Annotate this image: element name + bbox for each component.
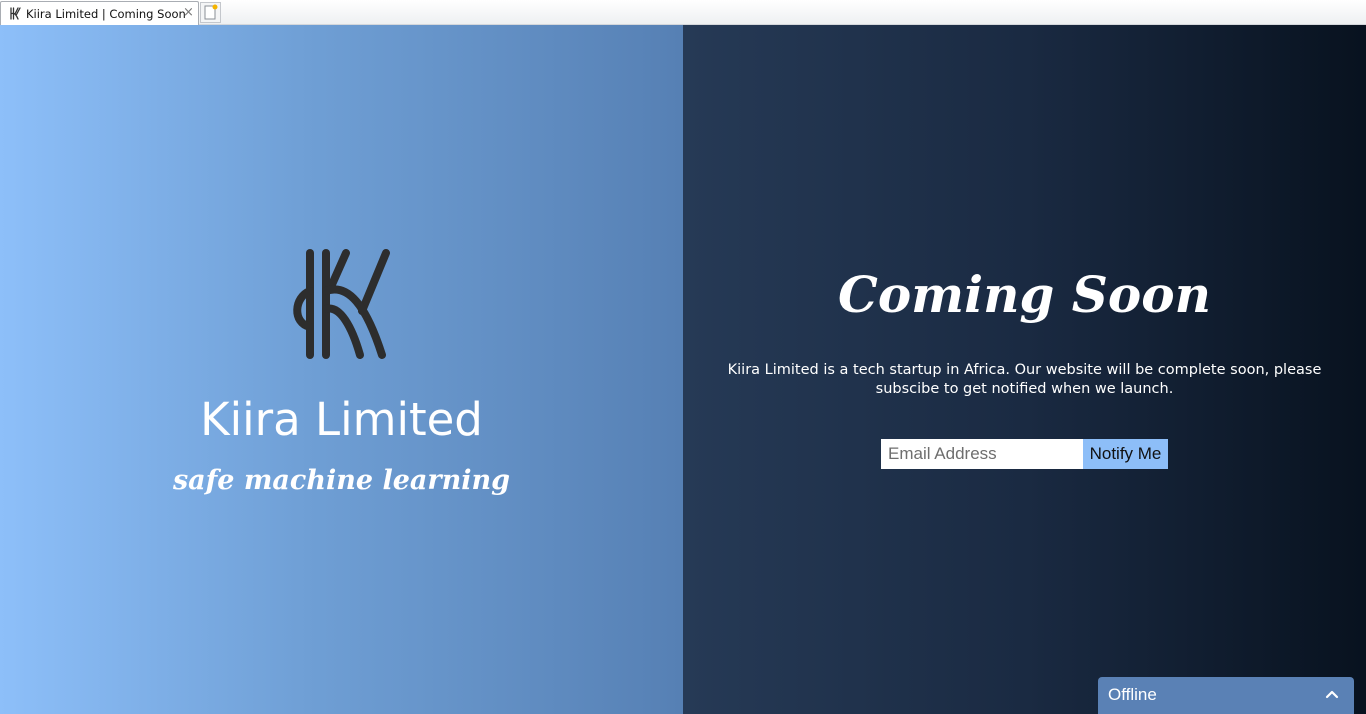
new-tab-button[interactable] xyxy=(200,2,221,23)
tab-close-icon[interactable]: × xyxy=(183,5,194,21)
page-title: Coming Soon xyxy=(838,265,1211,324)
brand-panel: Kiira Limited safe machine learning xyxy=(0,25,683,714)
notify-me-button[interactable]: Notify Me xyxy=(1083,439,1168,469)
brand-name: Kiira Limited xyxy=(200,393,483,446)
coming-soon-panel: Coming Soon Kiira Limited is a tech star… xyxy=(683,25,1366,714)
brand-tagline: safe machine learning xyxy=(172,465,511,496)
browser-tab[interactable]: Kiira Limited | Coming Soon × xyxy=(0,1,199,25)
kiira-logo-icon xyxy=(293,249,390,359)
tab-title: Kiira Limited | Coming Soon xyxy=(26,7,186,21)
chat-status-label: Offline xyxy=(1108,685,1157,704)
chevron-up-icon[interactable] xyxy=(1325,689,1339,699)
new-tab-icon xyxy=(204,4,218,20)
chat-widget[interactable]: Offline xyxy=(1098,677,1354,714)
email-field[interactable] xyxy=(881,439,1083,469)
page-description: Kiira Limited is a tech startup in Afric… xyxy=(727,362,1322,397)
browser-tab-bar: Kiira Limited | Coming Soon × xyxy=(0,0,1366,25)
kiira-favicon-icon xyxy=(10,7,21,20)
